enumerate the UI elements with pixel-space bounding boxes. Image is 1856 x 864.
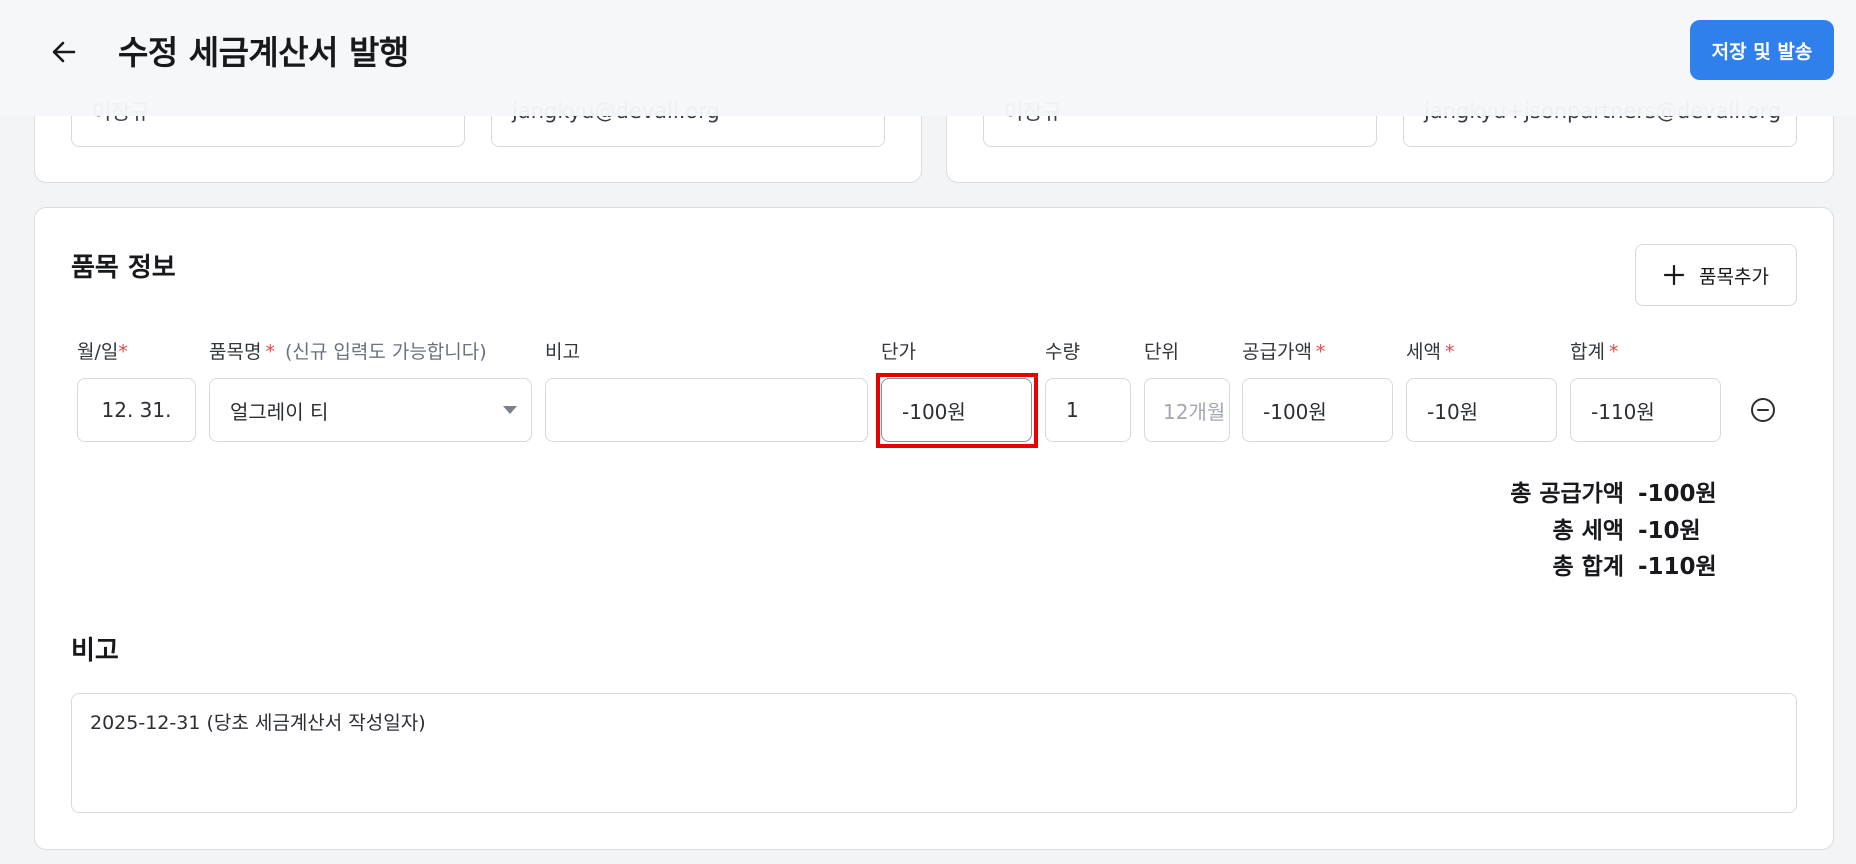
item-supply-amount-input[interactable]: -100원 [1242, 378, 1393, 442]
col-label-date: 월/일* [77, 341, 128, 363]
item-name-hint: (신규 입력도 가능합니다) [284, 341, 487, 363]
add-item-label: 품목추가 [1699, 265, 1769, 288]
item-unit-price-input[interactable]: -100원 [881, 378, 1032, 442]
item-unit-input[interactable]: 12개월 [1144, 378, 1230, 442]
col-label-tax: 세액 * [1406, 341, 1455, 363]
arrow-left-icon [52, 41, 76, 63]
col-label-item-name: 품목명 * (신규 입력도 가능합니다) [209, 341, 487, 363]
add-item-button[interactable]: 품목추가 [1635, 244, 1797, 306]
dropdown-arrow-icon [503, 406, 517, 414]
plus-icon [1663, 264, 1685, 286]
col-label-unit-price: 단가 [881, 341, 916, 363]
item-tax-input[interactable]: -10원 [1406, 378, 1557, 442]
page: 이장규 jangkyu@devall.org 이장규 jangkyu+jsonp… [0, 0, 1856, 864]
item-note-input[interactable] [545, 378, 868, 442]
item-name-select[interactable]: 얼그레이 티 [209, 378, 532, 442]
remove-row-button[interactable] [1747, 394, 1779, 426]
back-button[interactable] [40, 28, 88, 76]
memo-title: 비고 [71, 636, 119, 666]
top-header: 수정 세금계산서 발행 저장 및 발송 [0, 0, 1856, 116]
col-label-supply-amount: 공급가액 * [1242, 341, 1326, 363]
col-label-note: 비고 [545, 341, 580, 363]
grand-total-label: 총 합계 [1552, 554, 1625, 580]
item-total-input[interactable]: -110원 [1570, 378, 1721, 442]
total-tax-row: 총 세액 -10원 [1553, 511, 1725, 545]
grand-total-value: -110원 [1638, 554, 1717, 580]
item-info-title: 품목 정보 [71, 253, 176, 283]
minus-circle-icon [1751, 398, 1775, 422]
col-label-unit: 단위 [1144, 341, 1179, 363]
item-quantity-input[interactable]: 1 [1045, 378, 1131, 442]
col-label-quantity: 수량 [1045, 341, 1080, 363]
item-name-value: 얼그레이 티 [230, 399, 329, 424]
item-date-input[interactable]: 12. 31. [77, 378, 196, 442]
col-label-total: 합계 * [1570, 341, 1619, 363]
total-supply-value: -100원 [1638, 481, 1717, 507]
save-and-send-button[interactable]: 저장 및 발송 [1690, 20, 1834, 80]
grand-total-row: 총 합계 -110원 [1553, 547, 1725, 581]
page-title: 수정 세금계산서 발행 [118, 33, 409, 72]
total-supply-label: 총 공급가액 [1510, 481, 1624, 507]
total-supply-row: 총 공급가액 -100원 [1510, 474, 1724, 508]
memo-textarea[interactable]: 2025-12-31 (당초 세금계산서 작성일자) [71, 693, 1797, 813]
total-tax-value: -10원 [1638, 518, 1701, 544]
total-tax-label: 총 세액 [1552, 518, 1625, 544]
